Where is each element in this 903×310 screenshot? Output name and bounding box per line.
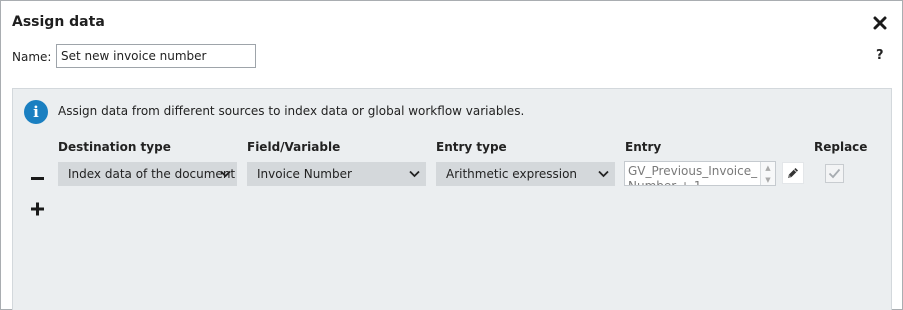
chevron-down-icon: [220, 170, 231, 178]
assign-data-dialog: Assign data Name: ? i Assign data from d…: [0, 0, 903, 310]
name-label: Name:: [12, 50, 52, 64]
info-icon: i: [24, 100, 48, 124]
entry-value: GV_Previous_Invoice_Number + 1: [628, 164, 758, 186]
column-header-entry-type: Entry type: [436, 140, 507, 154]
column-header-entry: Entry: [625, 140, 662, 154]
replace-checkbox[interactable]: [825, 164, 844, 183]
column-header-destination-type: Destination type: [58, 140, 171, 154]
field-variable-select[interactable]: Invoice Number: [247, 162, 426, 186]
name-input[interactable]: [56, 44, 256, 68]
entry-type-value: Arithmetic expression: [446, 167, 578, 181]
chevron-down-icon: [409, 170, 420, 178]
help-icon[interactable]: ?: [876, 48, 884, 63]
entry-field[interactable]: GV_Previous_Invoice_Number + 1 ▲ ▼: [624, 161, 776, 186]
spin-down-icon[interactable]: ▼: [761, 174, 775, 185]
field-variable-value: Invoice Number: [257, 167, 352, 181]
spin-up-icon[interactable]: ▲: [761, 162, 775, 173]
add-row-button[interactable]: [31, 201, 45, 217]
destination-type-value: Index data of the document: [68, 167, 236, 181]
checkmark-icon: [828, 168, 841, 179]
entry-spinner: ▲ ▼: [760, 162, 775, 185]
info-text: Assign data from different sources to in…: [58, 104, 525, 118]
column-header-replace: Replace: [814, 140, 868, 154]
remove-row-button[interactable]: [31, 171, 45, 180]
assignment-panel: [12, 88, 892, 310]
chevron-down-icon: [598, 170, 609, 178]
destination-type-select[interactable]: Index data of the document: [58, 162, 237, 186]
edit-entry-button[interactable]: [782, 162, 804, 184]
entry-type-select[interactable]: Arithmetic expression: [436, 162, 615, 186]
column-header-field-variable: Field/Variable: [247, 140, 341, 154]
pencil-icon: [788, 168, 798, 178]
dialog-title: Assign data: [12, 14, 105, 30]
close-icon[interactable]: [871, 14, 889, 32]
